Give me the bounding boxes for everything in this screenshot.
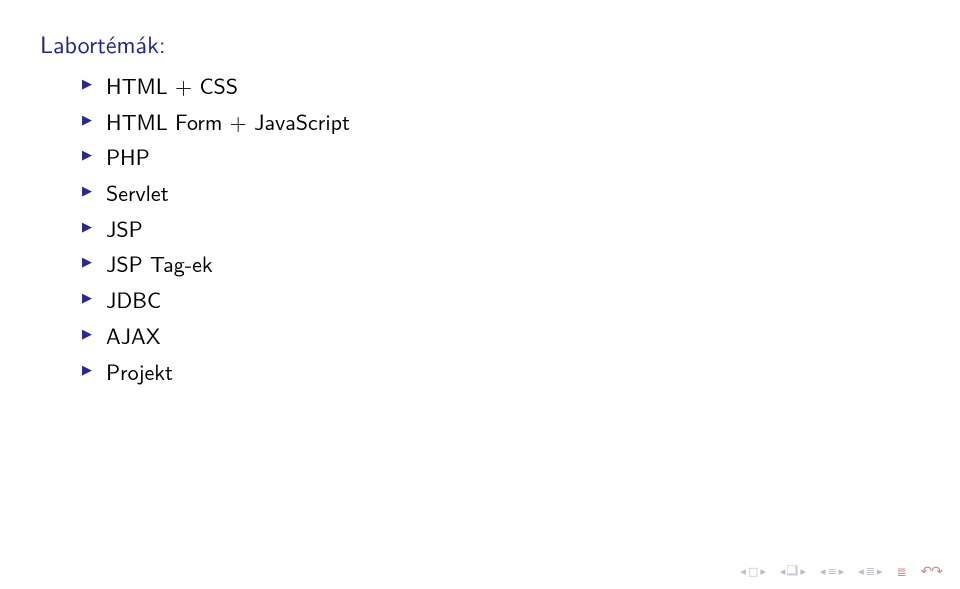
nav-prev-frame-icon[interactable]: ◂ [740, 566, 746, 577]
list-item-label: JDBC [106, 283, 161, 315]
nav-section-group: ◂ ▸ [780, 565, 806, 578]
nav-appendix-icon[interactable]: ≣ [896, 562, 906, 580]
list-item: PHP [82, 142, 960, 172]
list-item: JSP [82, 214, 960, 244]
list-item-label: AJAX [106, 319, 160, 351]
nav-slide-group: ◂ ≣ ▸ [858, 566, 882, 577]
list-item-label: JSP [106, 212, 143, 244]
nav-subsection-group: ◂ ≡ ▸ [820, 566, 844, 577]
nav-slide-icon[interactable]: ≣ [866, 566, 875, 577]
list-item: JDBC [82, 285, 960, 315]
list-item-label: JSP Tag-ek [106, 247, 213, 279]
nav-next-section-icon[interactable]: ▸ [800, 566, 806, 577]
slide-title: Labortémák: [40, 26, 960, 61]
list-item: Servlet [82, 178, 960, 208]
nav-subsection-icon[interactable]: ≡ [827, 566, 836, 577]
nav-prev-subsection-icon[interactable]: ◂ [820, 566, 826, 577]
nav-prev-slide-icon[interactable]: ◂ [858, 566, 864, 577]
list-item: HTML + CSS [82, 71, 960, 101]
list-item-label: Servlet [106, 176, 169, 208]
list-item-label: HTML + CSS [106, 69, 238, 101]
nav-back-forward-icon[interactable]: ↶↷ [921, 561, 942, 581]
list-item-label: PHP [106, 140, 150, 172]
nav-next-frame-icon[interactable]: ▸ [760, 566, 766, 577]
list-item-label: Projekt [106, 355, 173, 387]
nav-prev-section-icon[interactable]: ◂ [780, 566, 786, 577]
nav-next-subsection-icon[interactable]: ▸ [839, 566, 845, 577]
nav-next-slide-icon[interactable]: ▸ [877, 566, 883, 577]
nav-frame-icon[interactable]: □ [748, 566, 758, 577]
list-item: AJAX [82, 321, 960, 351]
list-item: Projekt [82, 357, 960, 387]
item-list: HTML + CSS HTML Form + JavaScript PHP Se… [40, 71, 960, 386]
beamer-nav-bar: ◂ □ ▸ ◂ ▸ ◂ ≡ ▸ ◂ ≣ ▸ ≣ ↶↷ [740, 561, 942, 581]
slide: Labortémák: HTML + CSS HTML Form + JavaS… [0, 0, 960, 589]
nav-frame-group: ◂ □ ▸ [740, 566, 765, 577]
list-item: JSP Tag-ek [82, 249, 960, 279]
list-item-label: HTML Form + JavaScript [106, 105, 350, 137]
nav-section-icon[interactable] [787, 565, 798, 578]
list-item: HTML Form + JavaScript [82, 107, 960, 137]
